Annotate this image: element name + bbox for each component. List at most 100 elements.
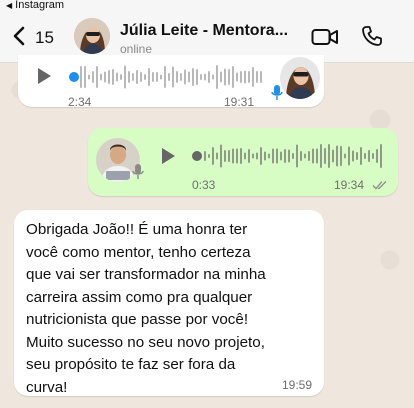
message-time: 19:31	[224, 95, 255, 109]
waveform-bar	[228, 150, 230, 162]
waveform-bar	[304, 153, 306, 159]
unread-count[interactable]: 15	[35, 28, 54, 48]
waveform-bar	[256, 71, 258, 83]
waveform-bar	[168, 73, 170, 81]
audio-progress-dot[interactable]	[69, 72, 79, 82]
back-chevron-icon[interactable]	[12, 26, 26, 46]
waveform-bar	[108, 70, 110, 84]
waveform-bar	[340, 146, 342, 166]
waveform-bar	[112, 69, 114, 85]
message-text: Obrigada João!! É uma honra ter você com…	[26, 221, 266, 396]
outgoing-audio-message[interactable]: 0:33 19:34	[88, 128, 398, 196]
waveform-bar	[360, 147, 362, 165]
waveform-bar	[248, 71, 250, 83]
waveform-bar	[232, 66, 234, 88]
waveform-bar	[184, 69, 186, 85]
contact-avatar[interactable]	[74, 18, 110, 54]
waveform-bar	[268, 153, 270, 159]
waveform-bar	[188, 71, 190, 83]
waveform-bar	[248, 149, 250, 163]
waveform-bar	[224, 150, 226, 162]
waveform-bar	[204, 151, 206, 161]
waveform-bar	[364, 153, 366, 159]
waveform-bar	[200, 74, 202, 80]
audio-duration: 2:34	[68, 95, 92, 109]
waveform-bar	[220, 144, 222, 168]
waveform-bar	[300, 151, 302, 161]
waveform-bar	[96, 66, 98, 88]
waveform-bar	[204, 73, 206, 81]
video-call-icon[interactable]	[311, 28, 339, 46]
waveform-bar	[240, 71, 242, 83]
waveform-bar	[104, 71, 106, 83]
waveform-bar	[88, 74, 90, 80]
contact-name[interactable]: Júlia Leite - Mentora...	[120, 22, 288, 40]
waveform-bar	[92, 71, 94, 83]
waveform-bar	[344, 153, 346, 159]
waveform-bar	[372, 153, 374, 159]
contact-status: online	[120, 42, 153, 56]
play-icon[interactable]	[162, 148, 175, 164]
waveform-bar	[212, 147, 214, 165]
waveform-bar	[284, 149, 286, 163]
waveform-bar	[80, 66, 82, 88]
waveform-bar	[332, 149, 334, 163]
waveform-bar	[208, 154, 210, 158]
waveform-bar	[216, 65, 218, 89]
waveform-bar	[232, 148, 234, 164]
waveform-bar	[172, 66, 174, 88]
waveform-bar	[236, 148, 238, 164]
waveform-bar	[124, 65, 126, 89]
waveform-bar	[176, 71, 178, 83]
chat-header: ◀ Instagram 15 Júlia Leite - Mentora... …	[0, 0, 414, 63]
double-check-icon	[372, 181, 387, 190]
waveform-bar	[132, 73, 134, 81]
waveform-bar	[272, 148, 274, 164]
waveform-bar	[336, 145, 338, 167]
waveform-bar	[376, 149, 378, 163]
waveform-bar	[140, 72, 142, 82]
waveform-bar	[324, 148, 326, 164]
waveform-bar	[264, 151, 266, 161]
incoming-text-message[interactable]: Obrigada João!! É uma honra ter você com…	[14, 210, 324, 396]
waveform-bar	[292, 153, 294, 159]
phone-call-icon[interactable]	[361, 25, 383, 47]
waveform-bar	[208, 71, 210, 83]
waveform-bar	[212, 74, 214, 80]
waveform-bar	[328, 144, 330, 168]
waveform-bar	[192, 68, 194, 86]
waveform-bar	[276, 148, 278, 164]
waveform-bar	[156, 72, 158, 82]
back-to-app-link[interactable]: ◀ Instagram	[6, 0, 64, 11]
waveform-bar	[152, 72, 154, 82]
waveform-bar	[280, 151, 282, 161]
sender-avatar	[280, 57, 320, 99]
waveform-bar	[296, 144, 298, 168]
waveform-bar	[312, 148, 314, 164]
audio-waveform	[204, 144, 382, 168]
waveform-bar	[368, 150, 370, 162]
play-icon[interactable]	[38, 68, 51, 84]
waveform-bar	[164, 66, 166, 88]
back-triangle-icon: ◀	[6, 0, 13, 10]
waveform-bar	[180, 73, 182, 81]
waveform-bar	[308, 151, 310, 161]
waveform-bar	[196, 69, 198, 85]
waveform-bar	[356, 152, 358, 160]
waveform-bar	[380, 144, 382, 168]
waveform-bar	[316, 148, 318, 164]
waveform-bar	[320, 144, 322, 168]
incoming-audio-message[interactable]: 2:34 19:31	[18, 55, 324, 109]
waveform-bar	[260, 71, 262, 83]
waveform-bar	[252, 67, 254, 87]
back-app-label: Instagram	[15, 0, 65, 11]
waveform-bar	[228, 69, 230, 85]
waveform-bar	[224, 68, 226, 86]
waveform-bar	[216, 152, 218, 160]
audio-waveform	[80, 65, 262, 89]
message-time: 19:59	[282, 378, 313, 392]
waveform-bar	[116, 72, 118, 82]
message-time: 19:34	[334, 178, 365, 192]
waveform-bar	[252, 153, 254, 159]
audio-progress-dot[interactable]	[192, 151, 202, 161]
